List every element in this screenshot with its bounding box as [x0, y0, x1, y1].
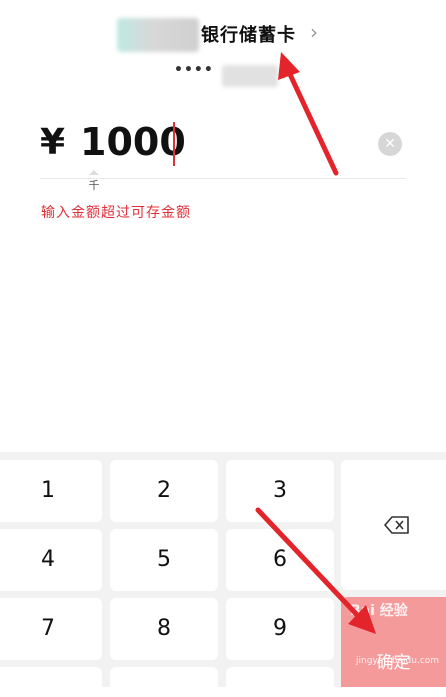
bank-card-name: 银行储蓄卡	[201, 25, 296, 46]
card-number-mask: ••••	[174, 62, 214, 78]
key-8[interactable]: 8	[110, 598, 218, 660]
key-4-label: 4	[41, 547, 55, 572]
key-dot[interactable]	[226, 667, 334, 697]
watermark-text: Bai	[350, 603, 375, 619]
watermark-text-2: 经验	[379, 603, 408, 619]
bank-logo-blurred	[117, 18, 199, 52]
unit-hint-pointer	[89, 170, 99, 175]
chevron-right-icon[interactable]: ›	[310, 20, 318, 44]
key-9[interactable]: 9	[226, 598, 334, 660]
numeric-keypad: 1 2 3 4 5 6 7 8 9 确定	[0, 452, 446, 697]
key-4[interactable]: 4	[0, 529, 102, 591]
key-blank	[0, 667, 102, 697]
backspace-icon	[341, 460, 446, 590]
baidu-watermark-url: jingyan.baidu.com	[356, 656, 440, 666]
key-8-label: 8	[157, 616, 171, 641]
card-number-blurred	[222, 65, 278, 87]
key-2[interactable]: 2	[110, 460, 218, 522]
card-number: ••••	[0, 62, 446, 87]
key-7-label: 7	[41, 616, 55, 641]
key-2-label: 2	[157, 478, 171, 503]
card-selector[interactable]: 银行储蓄卡 ›	[0, 14, 446, 52]
text-cursor	[173, 122, 175, 166]
key-5-label: 5	[157, 547, 171, 572]
backspace-button[interactable]	[341, 460, 446, 590]
key-5[interactable]: 5	[110, 529, 218, 591]
key-1[interactable]: 1	[0, 460, 102, 522]
unit-hint: 千	[86, 170, 102, 193]
key-1-label: 1	[41, 478, 55, 503]
unit-hint-label: 千	[88, 179, 100, 192]
amount-value[interactable]: 1000	[80, 120, 186, 164]
key-0[interactable]	[110, 667, 218, 697]
key-9-label: 9	[273, 616, 287, 641]
baidu-watermark: Bai 经验	[350, 600, 408, 620]
error-message: 输入金额超过可存金额	[41, 205, 191, 221]
key-6[interactable]: 6	[226, 529, 334, 591]
clear-icon[interactable]: ✕	[378, 132, 402, 156]
key-3-label: 3	[273, 478, 287, 503]
key-7[interactable]: 7	[0, 598, 102, 660]
key-6-label: 6	[273, 547, 287, 572]
key-3[interactable]: 3	[226, 460, 334, 522]
currency-symbol: ¥	[40, 122, 66, 163]
